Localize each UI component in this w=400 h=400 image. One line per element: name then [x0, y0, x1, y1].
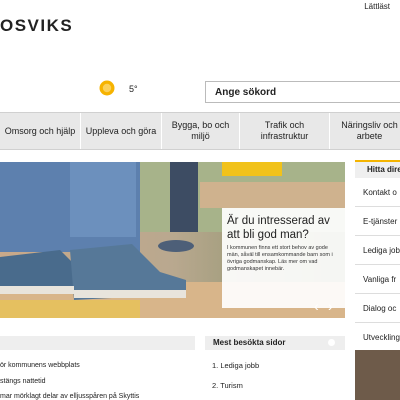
people-photo — [355, 350, 400, 400]
hero-caption[interactable]: Är du intresserad av att bli god man? I … — [222, 208, 345, 308]
sidebar-item-etjanster[interactable]: E-tjänster — [355, 207, 400, 236]
sidebar-item-dialog[interactable]: Dialog oc — [355, 294, 400, 323]
most-visited-header-bar: Mest besökta sidor — [205, 336, 345, 350]
most-visited-item[interactable]: 1. Lediga jobb — [205, 356, 345, 376]
temperature: 5° — [129, 84, 138, 94]
hero-title[interactable]: Är du intresserad av att bli god man? — [227, 214, 341, 242]
nav-item-bygga[interactable]: Bygga, bo och miljö — [162, 113, 240, 149]
sidebar-item-vanliga-fragor[interactable]: Vanliga fr — [355, 265, 400, 294]
search-input[interactable]: Ange sökord — [205, 81, 400, 103]
nav-item-omsorg[interactable]: Omsorg och hjälp — [0, 113, 81, 149]
news-item[interactable]: stängs nattetid — [0, 378, 46, 385]
nav-item-uppleva[interactable]: Uppleva och göra — [81, 113, 162, 149]
carousel-prev-button[interactable]: ‹ — [314, 298, 319, 314]
site-logo[interactable]: OSVIKS — [0, 16, 73, 36]
main-nav: Omsorg och hjälp Uppleva och göra Bygga,… — [0, 112, 400, 150]
most-visited-list: 1. Lediga jobb 2. Turism — [205, 350, 345, 396]
nav-item-naringsliv[interactable]: Näringsliv och arbete — [330, 113, 400, 149]
most-visited-panel: Mest besökta sidor 1. Lediga jobb 2. Tur… — [205, 336, 345, 396]
quick-links-sidebar: Hitta dire Kontakt o E-tjänster Lediga j… — [355, 160, 400, 352]
sidebar-header: Hitta dire — [355, 160, 400, 178]
easy-read-link[interactable]: Lättläst — [364, 2, 390, 11]
sun-icon — [99, 80, 115, 96]
collapse-toggle-icon[interactable] — [328, 339, 335, 346]
most-visited-title: Mest besökta sidor — [213, 338, 286, 347]
news-item[interactable]: mar mörklagt delar av elljusspåren på Sk… — [0, 393, 139, 400]
sidebar-item-utveckling[interactable]: Utveckling — [355, 323, 400, 352]
news-header-bar — [0, 336, 195, 350]
carousel-next-button[interactable]: › — [328, 298, 333, 314]
sidebar-item-lediga-jobb[interactable]: Lediga job — [355, 236, 400, 265]
sidebar-item-kontakt[interactable]: Kontakt o — [355, 178, 400, 207]
news-item[interactable]: ör kommunens webbplats — [0, 362, 80, 369]
hero-text: I kommunen finns ett stort behov av gode… — [227, 245, 333, 272]
most-visited-item[interactable]: 2. Turism — [205, 376, 345, 396]
nav-item-trafik[interactable]: Trafik och infrastruktur — [240, 113, 330, 149]
